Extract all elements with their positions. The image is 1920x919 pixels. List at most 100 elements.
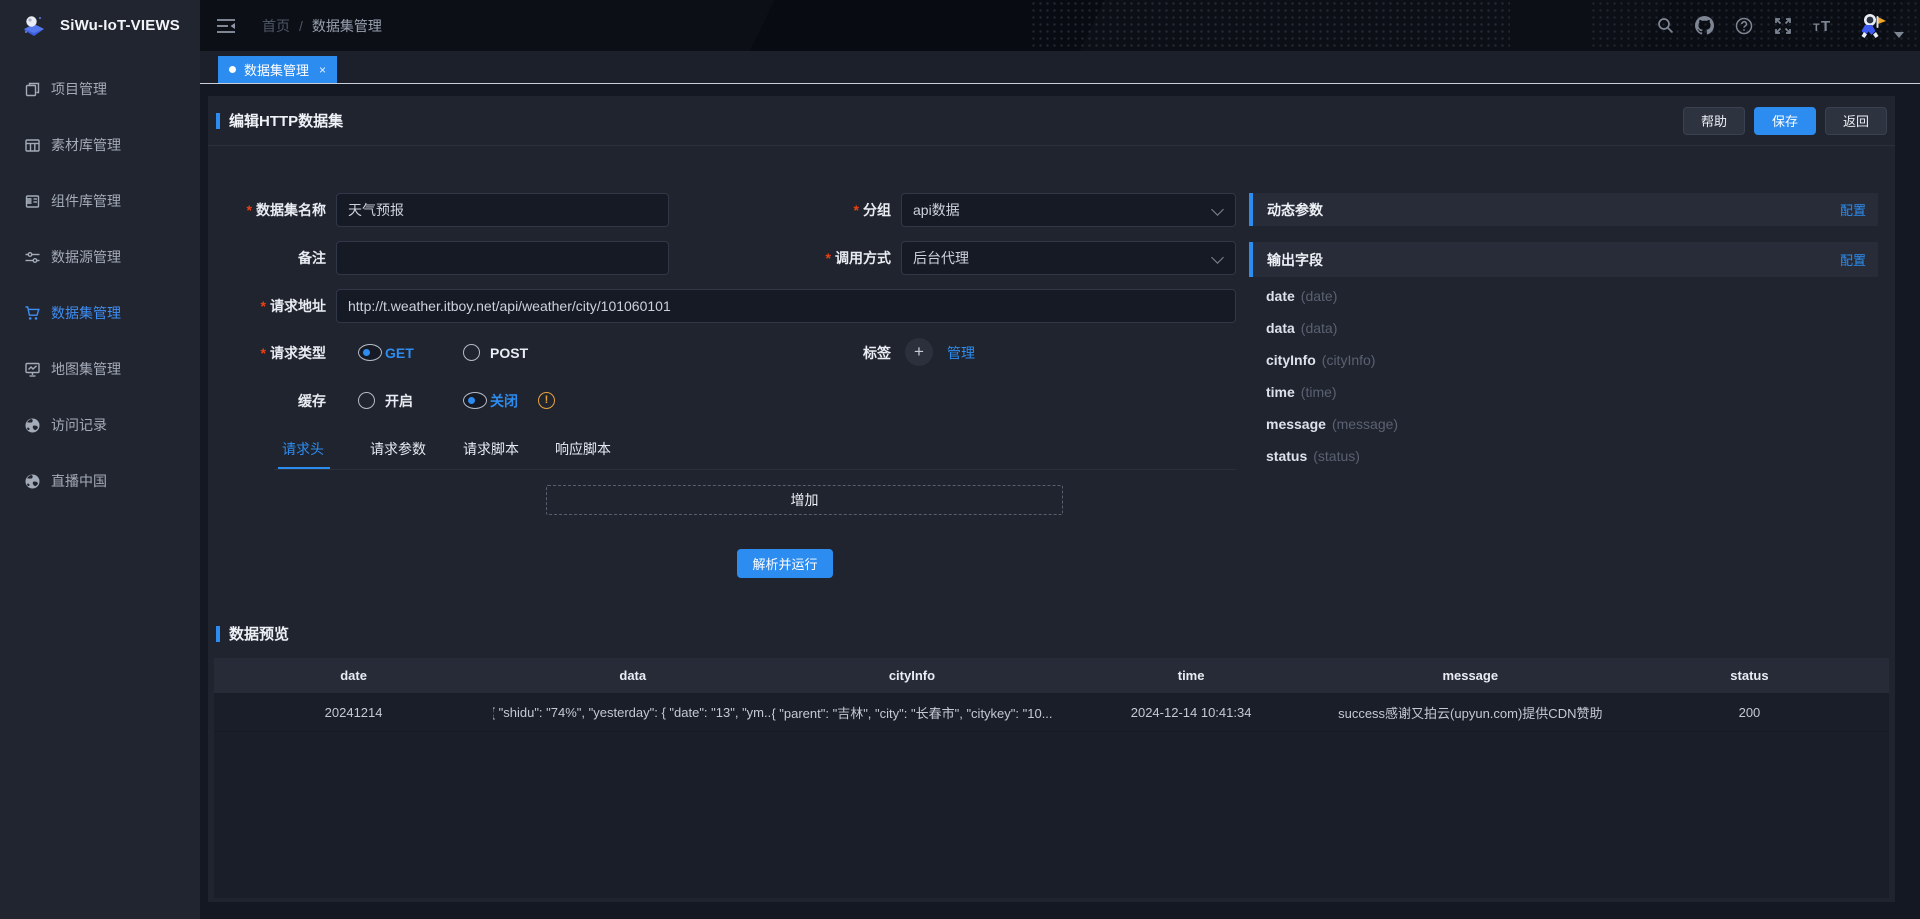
sidebar-item-material[interactable]: 素材库管理: [0, 117, 200, 173]
radio-cache-on[interactable]: [358, 392, 375, 409]
sidebar-item-label: 数据集管理: [51, 303, 121, 323]
tab-active-dot: [229, 66, 236, 73]
cell-status: 200: [1610, 693, 1889, 731]
add-row-button[interactable]: 增加: [546, 485, 1063, 515]
group-select[interactable]: api数据: [901, 193, 1236, 227]
github-icon[interactable]: [1695, 16, 1714, 35]
sidebar-item-atlas[interactable]: 地图集管理: [0, 341, 200, 397]
add-tag-button[interactable]: +: [905, 338, 933, 366]
breadcrumb-separator: /: [299, 18, 303, 34]
tags-label: 标签: [751, 336, 891, 370]
preview-title-wrap: 数据预览: [216, 623, 289, 644]
sidebar-item-label: 数据源管理: [51, 247, 121, 267]
svg-text:T: T: [1821, 18, 1830, 35]
invoke-mode-label: *调用方式: [751, 241, 891, 275]
page-title-wrap: 编辑HTTP数据集: [216, 110, 343, 131]
sidebar-item-live-china[interactable]: 直播中国: [0, 453, 200, 509]
svg-text:T: T: [1813, 22, 1820, 34]
top-header: 首页 / 数据集管理 TT: [200, 0, 1920, 51]
tab-dataset-management[interactable]: 数据集管理 ×: [218, 56, 337, 83]
chevron-down-icon: [1211, 203, 1224, 216]
table-row[interactable]: 20241214 { "shidu": "74%", "yesterday": …: [214, 693, 1889, 732]
component-icon: [24, 193, 41, 210]
cache-warning-icon: !: [538, 392, 555, 409]
sliders-icon: [24, 249, 41, 266]
request-url-input[interactable]: [336, 289, 1236, 323]
globe-icon: [24, 473, 41, 490]
title-accent-bar: [216, 113, 220, 129]
radio-post-label[interactable]: POST: [490, 336, 528, 370]
radio-post[interactable]: [463, 344, 480, 361]
app-logo-icon: [20, 12, 48, 40]
dynamic-params-config-link[interactable]: 配置: [1840, 200, 1866, 219]
edit-http-dataset-panel: 编辑HTTP数据集 帮助 保存 返回 *数据集名称 *分组 api数据 备注 *…: [208, 96, 1895, 902]
collapse-sidebar-icon[interactable]: [216, 17, 236, 35]
group-label: *分组: [751, 193, 891, 227]
output-field-date: date(date): [1266, 287, 1337, 305]
dynamic-params-title: 动态参数: [1267, 200, 1323, 220]
help-button[interactable]: 帮助: [1683, 107, 1745, 135]
request-url-label: *请求地址: [208, 289, 326, 323]
output-field-message: message(message): [1266, 415, 1398, 433]
cell-time: 2024-12-14 10:41:34: [1052, 693, 1331, 731]
cell-date: 20241214: [214, 693, 493, 731]
sidebar-item-datasource[interactable]: 数据源管理: [0, 229, 200, 285]
radio-cache-on-label[interactable]: 开启: [385, 384, 413, 418]
tab-request-script[interactable]: 请求脚本: [463, 439, 519, 459]
radio-get[interactable]: [358, 344, 382, 361]
dataset-name-input[interactable]: [336, 193, 669, 227]
search-icon[interactable]: [1657, 17, 1674, 34]
dynamic-params-header: 动态参数 配置: [1249, 193, 1878, 226]
tab-response-script[interactable]: 响应脚本: [555, 439, 611, 459]
help-icon[interactable]: [1735, 17, 1753, 35]
radio-cache-off[interactable]: [463, 392, 487, 409]
sidebar-item-label: 组件库管理: [51, 191, 121, 211]
fullscreen-icon[interactable]: [1774, 17, 1792, 35]
breadcrumb-home[interactable]: 首页: [262, 16, 290, 36]
sidebar-item-label: 地图集管理: [51, 359, 121, 379]
copy-icon: [24, 81, 41, 98]
globe-icon: [24, 417, 41, 434]
breadcrumb: 首页 / 数据集管理: [262, 16, 382, 36]
open-tabs-bar: 数据集管理 ×: [200, 51, 1920, 84]
sidebar-item-component[interactable]: 组件库管理: [0, 173, 200, 229]
sidebar-item-label: 直播中国: [51, 471, 107, 491]
request-type-label: *请求类型: [208, 336, 326, 370]
logo-row[interactable]: SiWu-IoT-VIEWS: [0, 0, 200, 51]
preview-title: 数据预览: [229, 623, 289, 644]
app-title: SiWu-IoT-VIEWS: [60, 17, 180, 34]
tab-request-headers[interactable]: 请求头: [282, 439, 324, 459]
column-header-data: data: [493, 658, 772, 693]
output-field-status: status(status): [1266, 447, 1360, 465]
page-title: 编辑HTTP数据集: [229, 110, 343, 131]
chevron-down-icon: [1211, 251, 1224, 264]
font-size-icon[interactable]: TT: [1813, 17, 1835, 35]
sidebar-item-dataset[interactable]: 数据集管理: [0, 285, 200, 341]
user-menu[interactable]: [1856, 10, 1904, 42]
tab-close-icon[interactable]: ×: [319, 63, 326, 77]
sidebar-item-label: 项目管理: [51, 79, 107, 99]
sidebar-item-label: 访问记录: [51, 415, 107, 435]
tabs-divider: [274, 469, 1236, 470]
output-field-cityinfo: cityInfo(cityInfo): [1266, 351, 1375, 369]
manage-tags-link[interactable]: 管理: [947, 336, 975, 370]
sidebar-item-access-log[interactable]: 访问记录: [0, 397, 200, 453]
tab-request-params[interactable]: 请求参数: [370, 439, 426, 459]
radio-cache-off-label[interactable]: 关闭: [490, 384, 518, 418]
cell-data: { "shidu": "74%", "yesterday": { "date":…: [493, 693, 772, 731]
remark-input[interactable]: [336, 241, 669, 275]
sidebar-menu: 项目管理 素材库管理 组件库管理 数据源管理 数据集管理 地图集管理: [0, 51, 200, 509]
save-button[interactable]: 保存: [1754, 107, 1816, 135]
tab-label: 数据集管理: [244, 60, 309, 79]
cache-label: 缓存: [208, 384, 326, 418]
radio-get-label[interactable]: GET: [385, 336, 414, 370]
invoke-mode-select[interactable]: 后台代理: [901, 241, 1236, 275]
preview-table-header: date data cityInfo time message status: [214, 658, 1889, 693]
sidebar-item-label: 素材库管理: [51, 135, 121, 155]
sidebar-item-project[interactable]: 项目管理: [0, 61, 200, 117]
back-button[interactable]: 返回: [1825, 107, 1887, 135]
remark-label: 备注: [208, 241, 326, 275]
cell-cityinfo: { "parent": "吉林", "city": "长春市", "cityke…: [772, 693, 1051, 731]
parse-and-run-button[interactable]: 解析并运行: [737, 549, 833, 578]
output-fields-config-link[interactable]: 配置: [1840, 250, 1866, 269]
